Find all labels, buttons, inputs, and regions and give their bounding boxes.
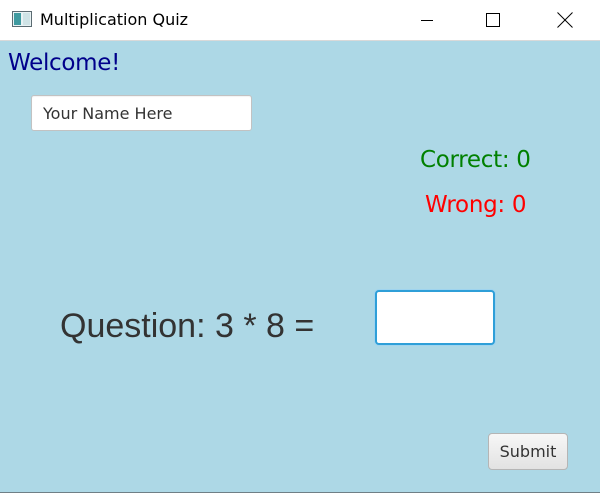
close-button[interactable]	[542, 0, 588, 40]
maximize-icon	[486, 13, 500, 27]
correct-count-label: Correct: 0	[420, 147, 531, 173]
maximize-button[interactable]	[470, 0, 516, 40]
minimize-button[interactable]	[404, 0, 450, 40]
quiz-window: Multiplication Quiz Welcome! Correct: 0 …	[0, 0, 600, 493]
window-title: Multiplication Quiz	[40, 10, 189, 29]
submit-button[interactable]: Submit	[488, 433, 568, 470]
question-label: Question: 3 * 8 =	[60, 307, 315, 345]
minimize-icon	[421, 20, 433, 21]
name-input[interactable]	[31, 95, 252, 131]
close-icon	[557, 12, 573, 28]
title-bar[interactable]: Multiplication Quiz	[0, 0, 600, 41]
wrong-count-label: Wrong: 0	[425, 192, 527, 218]
app-window-icon	[12, 11, 32, 27]
answer-input[interactable]	[375, 290, 495, 345]
welcome-label: Welcome!	[8, 50, 121, 76]
